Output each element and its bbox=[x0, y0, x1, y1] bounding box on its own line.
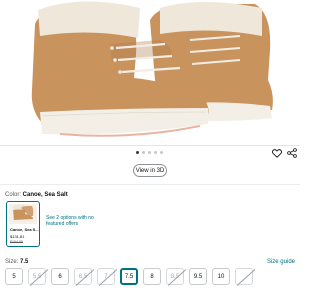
color-label: Color: bbox=[5, 192, 23, 198]
carousel-dot[interactable] bbox=[136, 151, 139, 154]
size-option-7[interactable]: 7 bbox=[97, 268, 115, 285]
view-in-3d-button[interactable]: View in 3D bbox=[133, 164, 167, 177]
size-option-label: 5.5 bbox=[32, 273, 42, 280]
size-option-8[interactable]: 8 bbox=[143, 268, 161, 285]
swatch-old-price: $164.95 bbox=[10, 240, 23, 244]
size-option-7-5[interactable]: 7.5 bbox=[120, 268, 138, 285]
size-guide-link[interactable]: Size guide bbox=[267, 259, 295, 265]
size-option-6[interactable]: 6 bbox=[51, 268, 69, 285]
carousel-dot[interactable] bbox=[142, 151, 145, 154]
size-option-label: 6 bbox=[58, 273, 62, 280]
size-option-label: 6.5 bbox=[78, 273, 88, 280]
size-option-label: 9.5 bbox=[193, 273, 203, 280]
color-value: Canoe, Sea Salt bbox=[22, 192, 68, 198]
size-option-label: 7.5 bbox=[124, 273, 134, 280]
size-option-8-5[interactable]: 8.5 bbox=[166, 268, 184, 285]
size-option-label: 10 bbox=[217, 273, 225, 280]
boots-illustration bbox=[31, 1, 273, 137]
carousel-dots[interactable] bbox=[136, 151, 163, 154]
swatch-name: Canoe, Sea S... bbox=[10, 227, 39, 232]
size-option-5-5[interactable]: 5.5 bbox=[28, 268, 46, 285]
size-label: Size: bbox=[5, 259, 21, 265]
size-value: 7.5 bbox=[20, 259, 29, 265]
size-option-label: 8.5 bbox=[170, 273, 180, 280]
product-image[interactable] bbox=[0, 0, 300, 142]
size-option-unavailable[interactable] bbox=[235, 268, 253, 285]
size-option-10[interactable]: 10 bbox=[212, 268, 230, 285]
size-options: 5 5.5 6 6.5 7 7.5 8 8.5 9.5 10 bbox=[5, 268, 253, 285]
color-swatch[interactable]: Canoe, Sea S... $131.81 $164.95 bbox=[6, 201, 40, 247]
share-icon[interactable] bbox=[286, 147, 298, 159]
size-option-label: 7 bbox=[104, 273, 108, 280]
size-option-label: 5 bbox=[12, 273, 16, 280]
carousel-dot[interactable] bbox=[160, 151, 163, 154]
section-divider bbox=[0, 184, 300, 185]
carousel-dot[interactable] bbox=[148, 151, 151, 154]
size-selection-label: Size: 7.5 bbox=[5, 259, 28, 265]
swatch-price: $131.81 bbox=[10, 234, 25, 239]
size-option-label: 8 bbox=[150, 273, 154, 280]
size-option-9-5[interactable]: 9.5 bbox=[189, 268, 207, 285]
heart-icon[interactable] bbox=[271, 147, 283, 159]
size-option-6-5[interactable]: 6.5 bbox=[74, 268, 92, 285]
carousel-dot[interactable] bbox=[154, 151, 157, 154]
divider bbox=[0, 145, 300, 146]
see-options-link[interactable]: See 2 options with no featured offers bbox=[46, 215, 106, 227]
swatch-thumbnail bbox=[9, 204, 37, 224]
color-selection-label: Color: Canoe, Sea Salt bbox=[5, 192, 68, 198]
size-option-5[interactable]: 5 bbox=[5, 268, 23, 285]
